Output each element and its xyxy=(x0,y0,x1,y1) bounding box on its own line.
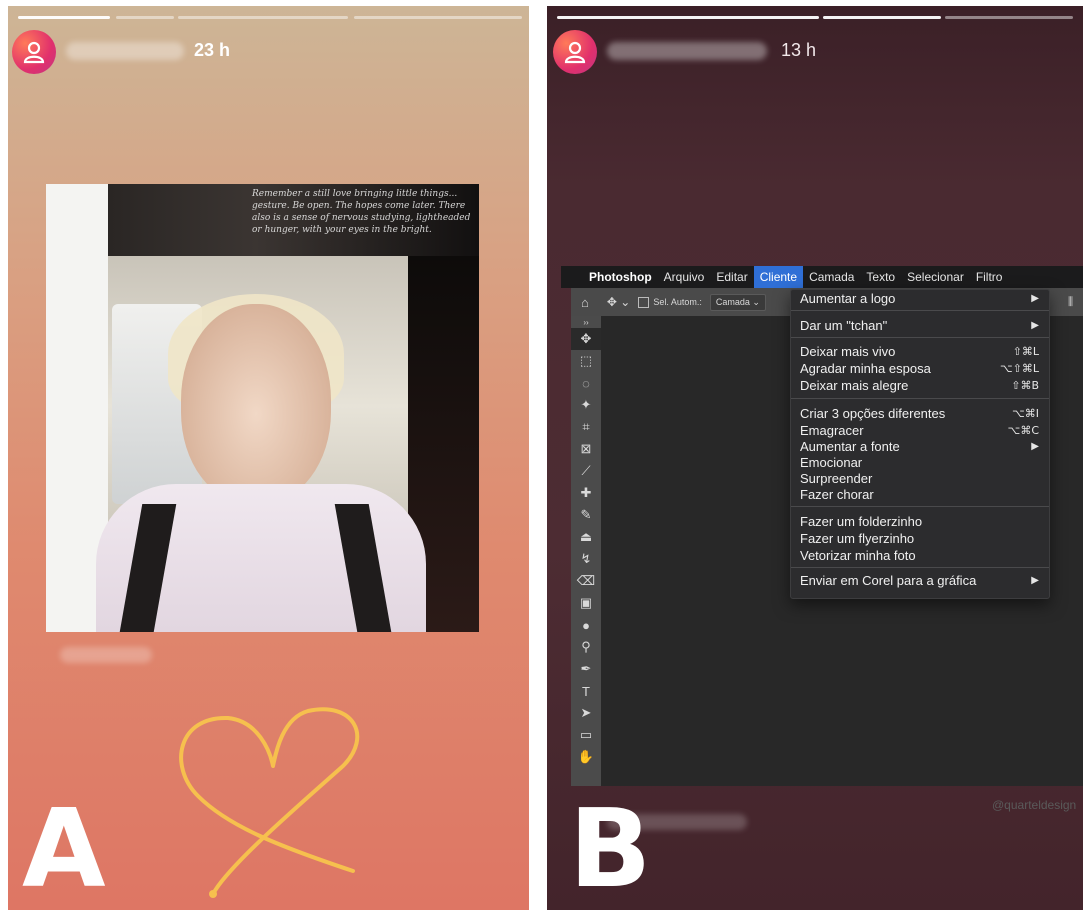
story-progress-bar xyxy=(178,16,348,19)
menu-item-fazer-um-flyerzinho[interactable]: Fazer um flyerzinho xyxy=(791,530,1049,547)
avatar[interactable] xyxy=(12,30,56,74)
tools-panel: ›› ✥ ⬚ ◌ ✦ ⌗ ⊠ ⟋ ✚ ✎ ⏏ ↯ ⌫ ▣ ● ⚲ ✒ T ➤ ▭… xyxy=(571,316,601,786)
align-icon[interactable]: ⫼ xyxy=(1068,296,1073,309)
menu-texto[interactable]: Texto xyxy=(860,266,901,288)
shortcut: ⇧⌘B xyxy=(1011,379,1039,392)
shortcut: ⌥⌘C xyxy=(1007,424,1039,437)
handwritten-note: Remember a still love bringing little th… xyxy=(252,189,471,235)
story-photo: Remember a still love bringing little th… xyxy=(46,184,479,632)
rectangle-tool-icon[interactable]: ▭ xyxy=(571,724,601,746)
menu-camada[interactable]: Camada xyxy=(803,266,860,288)
user-icon xyxy=(23,41,45,64)
menu-item-enviar-em-corel[interactable]: Enviar em Corel para a gráfica ▶ xyxy=(791,572,1049,589)
story-progress-bar xyxy=(18,16,110,19)
cliente-menu-dropdown: Aumentar a logo ▶ Dar um "tchan" ▶ Deixar … xyxy=(790,289,1050,599)
layer-select[interactable]: Camada ⌄ xyxy=(709,293,766,311)
healing-tool-icon[interactable]: ✚ xyxy=(571,482,601,504)
menu-bar: Photoshop Arquivo Editar Cliente Camada … xyxy=(561,266,1083,288)
story-time: 23 h xyxy=(194,40,231,60)
menu-cliente[interactable]: Cliente xyxy=(753,266,804,288)
move-tool-icon[interactable]: ✥ xyxy=(571,328,601,350)
menu-item-criar-3-opcoes[interactable]: Criar 3 opções diferentes ⌥⌘I xyxy=(791,405,1049,422)
menu-arquivo[interactable]: Arquivo xyxy=(658,266,711,288)
story-progress-bar xyxy=(823,16,941,19)
menu-photoshop[interactable]: Photoshop xyxy=(583,266,658,288)
avatar[interactable] xyxy=(553,30,597,74)
move-tool-icon[interactable]: ✥ ⌄ xyxy=(607,295,630,309)
menu-item-emocionar[interactable]: Emocionar xyxy=(791,454,1049,471)
marquee-tool-icon[interactable]: ⬚ xyxy=(571,350,601,372)
menu-item-deixar-mais-alegre[interactable]: Deixar mais alegre ⇧⌘B xyxy=(791,377,1049,394)
menu-item-aumentar-a-fonte[interactable]: Aumentar a fonte ▶ xyxy=(791,438,1049,455)
watermark: @quarteldesign xyxy=(992,798,1077,812)
magic-wand-tool-icon[interactable]: ✦ xyxy=(571,394,601,416)
mention-blurred[interactable] xyxy=(60,647,152,663)
shortcut: ⇧⌘L xyxy=(1012,345,1039,358)
shortcut: ⌥⌘I xyxy=(1012,407,1039,420)
story-progress-bar xyxy=(557,16,819,19)
user-icon xyxy=(564,41,586,64)
eraser-tool-icon[interactable]: ⌫ xyxy=(571,570,601,592)
menu-selecionar[interactable]: Selecionar xyxy=(901,266,970,288)
history-brush-tool-icon[interactable]: ↯ xyxy=(571,548,601,570)
story-panel-a: 23 h Remember a still love bringing litt… xyxy=(8,6,529,910)
eyedropper-tool-icon[interactable]: ⟋ xyxy=(571,460,601,482)
submenu-arrow-icon: ▶ xyxy=(1031,441,1039,452)
brush-tool-icon[interactable]: ✎ xyxy=(571,504,601,526)
stamp-tool-icon[interactable]: ⏏ xyxy=(571,526,601,548)
pen-tool-icon[interactable]: ✒ xyxy=(571,658,601,680)
menu-item-fazer-um-folderzinho[interactable]: Fazer um folderzinho xyxy=(791,513,1049,530)
blur-tool-icon[interactable]: ● xyxy=(571,614,601,636)
story-progress-bar xyxy=(354,16,522,19)
menu-item-surpreender[interactable]: Surpreender xyxy=(791,470,1049,487)
menu-item-dar-um-tchan[interactable]: Dar um "tchan" ▶ xyxy=(791,317,1049,334)
frame-tool-icon[interactable]: ⊠ xyxy=(571,438,601,460)
story-progress-bar xyxy=(945,16,1073,19)
menu-item-emagracer[interactable]: Emagracer ⌥⌘C xyxy=(791,422,1049,439)
lasso-tool-icon[interactable]: ◌ xyxy=(571,372,601,394)
menu-filtro[interactable]: Filtro xyxy=(970,266,1009,288)
gradient-tool-icon[interactable]: ▣ xyxy=(571,592,601,614)
menu-item-aumentar-a-logo[interactable]: Aumentar a logo ▶ xyxy=(791,290,1049,307)
username-blurred[interactable] xyxy=(66,42,184,60)
hand-tool-icon[interactable]: ✋ xyxy=(571,746,601,768)
type-tool-icon[interactable]: T xyxy=(571,680,601,702)
panel-label-a: A xyxy=(22,787,106,910)
auto-select-checkbox[interactable]: Sel. Autom.: xyxy=(638,296,702,308)
home-icon[interactable]: ⌂ xyxy=(581,295,589,310)
menu-item-fazer-chorar[interactable]: Fazer chorar xyxy=(791,486,1049,503)
collapse-icon[interactable]: ›› xyxy=(571,316,601,328)
username-blurred[interactable] xyxy=(607,42,767,60)
dodge-tool-icon[interactable]: ⚲ xyxy=(571,636,601,658)
story-progress-bar xyxy=(116,16,174,19)
auto-select-label: Sel. Autom.: xyxy=(653,297,702,307)
story-time: 13 h xyxy=(781,40,817,60)
menu-item-deixar-mais-vivo[interactable]: Deixar mais vivo ⇧⌘L xyxy=(791,343,1049,360)
submenu-arrow-icon: ▶ xyxy=(1031,575,1039,586)
path-selection-tool-icon[interactable]: ➤ xyxy=(571,702,601,724)
heart-doodle-icon xyxy=(179,707,360,898)
menu-item-agradar-minha-esposa[interactable]: Agradar minha esposa ⌥⇧⌘L xyxy=(791,360,1049,377)
shortcut: ⌥⇧⌘L xyxy=(999,362,1039,375)
submenu-arrow-icon: ▶ xyxy=(1031,320,1039,331)
menu-item-vetorizar-minha-foto[interactable]: Vetorizar minha foto xyxy=(791,547,1049,564)
panel-label-b: B xyxy=(569,787,652,910)
menu-editar[interactable]: Editar xyxy=(710,266,753,288)
story-panel-b: 13 h Photoshop Arquivo Editar Cliente Ca… xyxy=(547,6,1083,910)
submenu-arrow-icon: ▶ xyxy=(1031,293,1039,304)
crop-tool-icon[interactable]: ⌗ xyxy=(571,416,601,438)
